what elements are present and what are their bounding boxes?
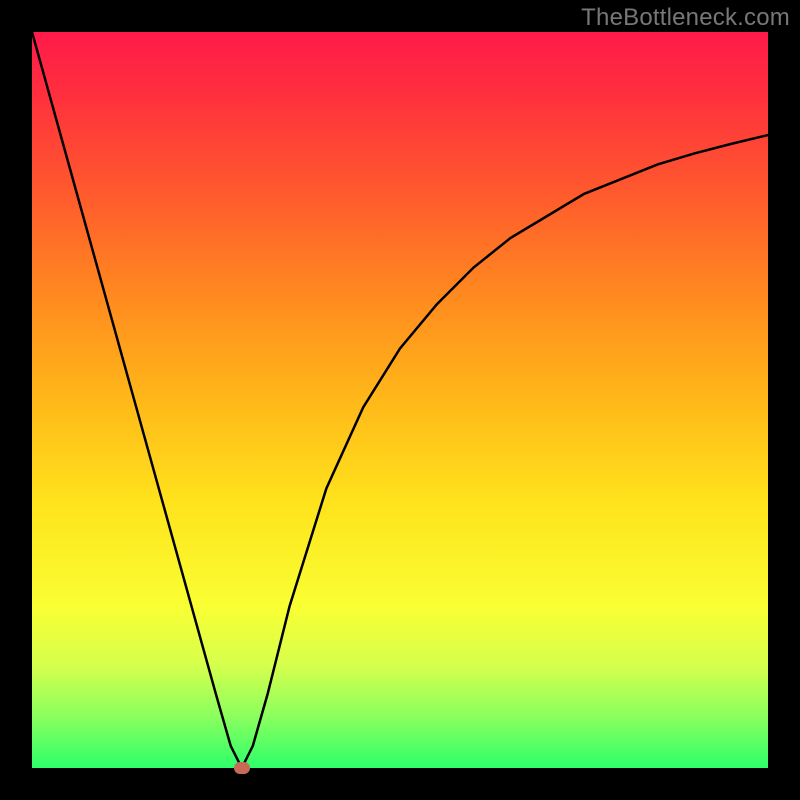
minimum-marker [234, 762, 250, 774]
curve-path [32, 32, 768, 768]
chart-curve [32, 32, 768, 768]
watermark-text: TheBottleneck.com [581, 4, 790, 32]
chart-frame: TheBottleneck.com [0, 0, 800, 800]
plot-area [32, 32, 768, 768]
